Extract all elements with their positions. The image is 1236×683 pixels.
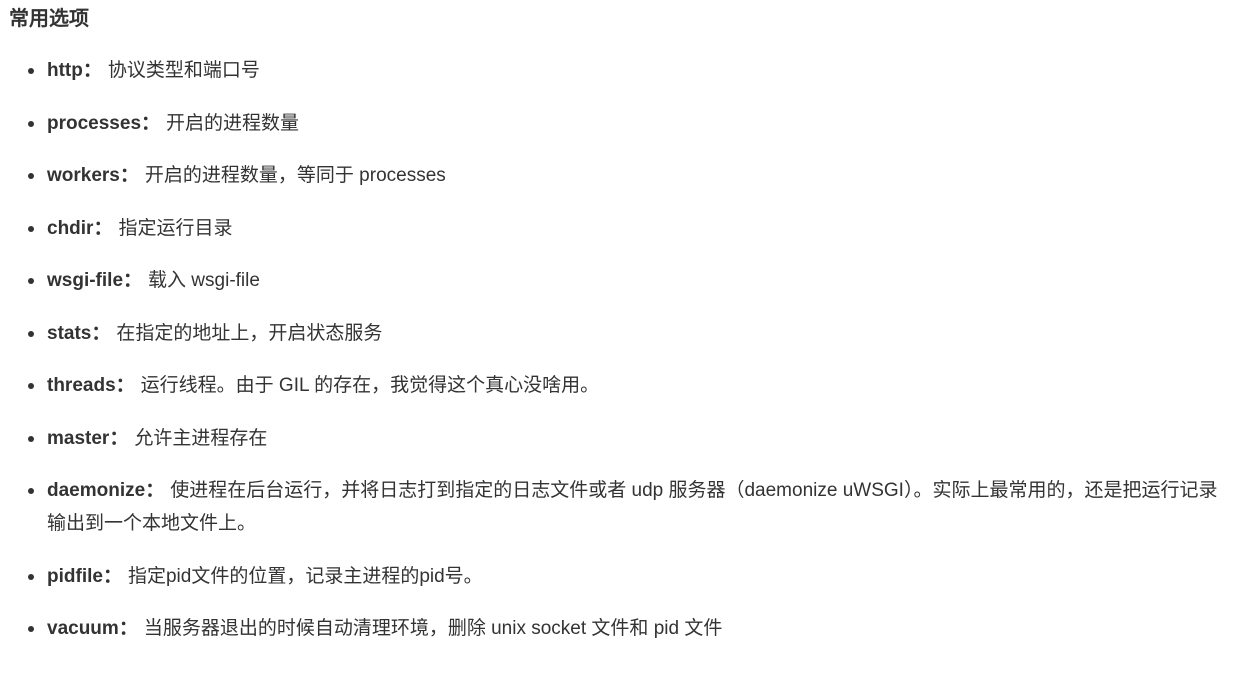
option-colon: ：: [145, 480, 165, 501]
bullet-icon: [28, 330, 34, 337]
option-description: 载入 wsgi-file: [148, 270, 260, 291]
option-colon: ：: [118, 618, 138, 639]
option-pidfile: pidfile： 指定pid文件的位置，记录主进程的pid号。: [9, 560, 1227, 593]
option-stats: stats： 在指定的地址上，开启状态服务: [9, 317, 1227, 350]
bullet-icon: [28, 278, 34, 284]
section-heading: 常用选项: [9, 8, 89, 30]
option-description: 运行线程。由于 GIL 的存在，我觉得这个真心没啥用。: [140, 375, 600, 396]
option-description: 开启的进程数量，等同于 processes: [144, 165, 446, 186]
option-colon: ：: [141, 112, 161, 134]
option-colon: ：: [115, 375, 135, 396]
option-wsgi-file: wsgi-file： 载入 wsgi-file: [9, 264, 1227, 297]
option-description: 允许主进程存在: [134, 427, 268, 449]
option-colon: ：: [102, 565, 122, 587]
option-name: master: [47, 427, 110, 449]
option-vacuum: vacuum： 当服务器退出的时候自动清理环境，删除 unix socket 文件…: [9, 612, 1227, 645]
option-description: 协议类型和端口号: [107, 60, 260, 81]
option-description: 使进程在后台运行，并将日志打到指定的日志文件或者 udp 服务器（daemoni…: [47, 480, 1218, 534]
option-description: 指定pid文件的位置，记录主进程的pid号。: [127, 565, 483, 587]
option-processes: processes： 开启的进程数量: [9, 107, 1227, 140]
bullet-icon: [28, 626, 34, 632]
option-workers: workers： 开启的进程数量，等同于 processes: [9, 159, 1227, 192]
bullet-icon: [28, 573, 34, 580]
option-colon: ：: [93, 217, 113, 239]
option-colon: ：: [119, 165, 139, 186]
option-colon: ：: [82, 60, 102, 81]
option-master: master： 允许主进程存在: [9, 422, 1227, 455]
option-name: processes: [47, 112, 142, 134]
option-colon: ：: [123, 270, 143, 291]
option-daemonize: daemonize： 使进程在后台运行，并将日志打到指定的日志文件或者 udp 服…: [9, 474, 1227, 540]
bullet-icon: [28, 120, 34, 127]
option-description: 当服务器退出的时候自动清理环境，删除 unix socket 文件和 pid 文…: [143, 618, 723, 639]
bullet-icon: [28, 383, 34, 389]
option-name: vacuum: [47, 618, 119, 639]
document-content: 常用选项 http： 协议类型和端口号 processes： 开启的进程数量 wor…: [0, 0, 1236, 645]
bullet-icon: [28, 225, 34, 232]
option-name: pidfile: [47, 565, 103, 587]
option-colon: ：: [91, 322, 111, 344]
bullet-icon: [28, 68, 34, 74]
bullet-icon: [28, 488, 34, 494]
option-description: 在指定的地址上，开启状态服务: [116, 322, 383, 344]
option-name: daemonize: [47, 480, 146, 501]
option-name: wsgi-file: [47, 270, 124, 291]
option-colon: ：: [109, 427, 129, 449]
option-name: chdir: [47, 217, 94, 239]
bullet-icon: [28, 173, 34, 179]
option-chdir: chdir： 指定运行目录: [9, 212, 1227, 245]
option-http: http： 协议类型和端口号: [9, 54, 1227, 87]
options-list: http： 协议类型和端口号 processes： 开启的进程数量 workers：…: [9, 54, 1236, 645]
option-name: http: [47, 60, 83, 81]
option-name: threads: [47, 375, 116, 396]
option-threads: threads： 运行线程。由于 GIL 的存在，我觉得这个真心没啥用。: [9, 369, 1227, 402]
option-description: 指定运行目录: [118, 217, 233, 239]
option-name: stats: [47, 322, 92, 344]
option-name: workers: [47, 165, 120, 186]
option-description: 开启的进程数量: [166, 112, 300, 134]
bullet-icon: [28, 435, 34, 442]
